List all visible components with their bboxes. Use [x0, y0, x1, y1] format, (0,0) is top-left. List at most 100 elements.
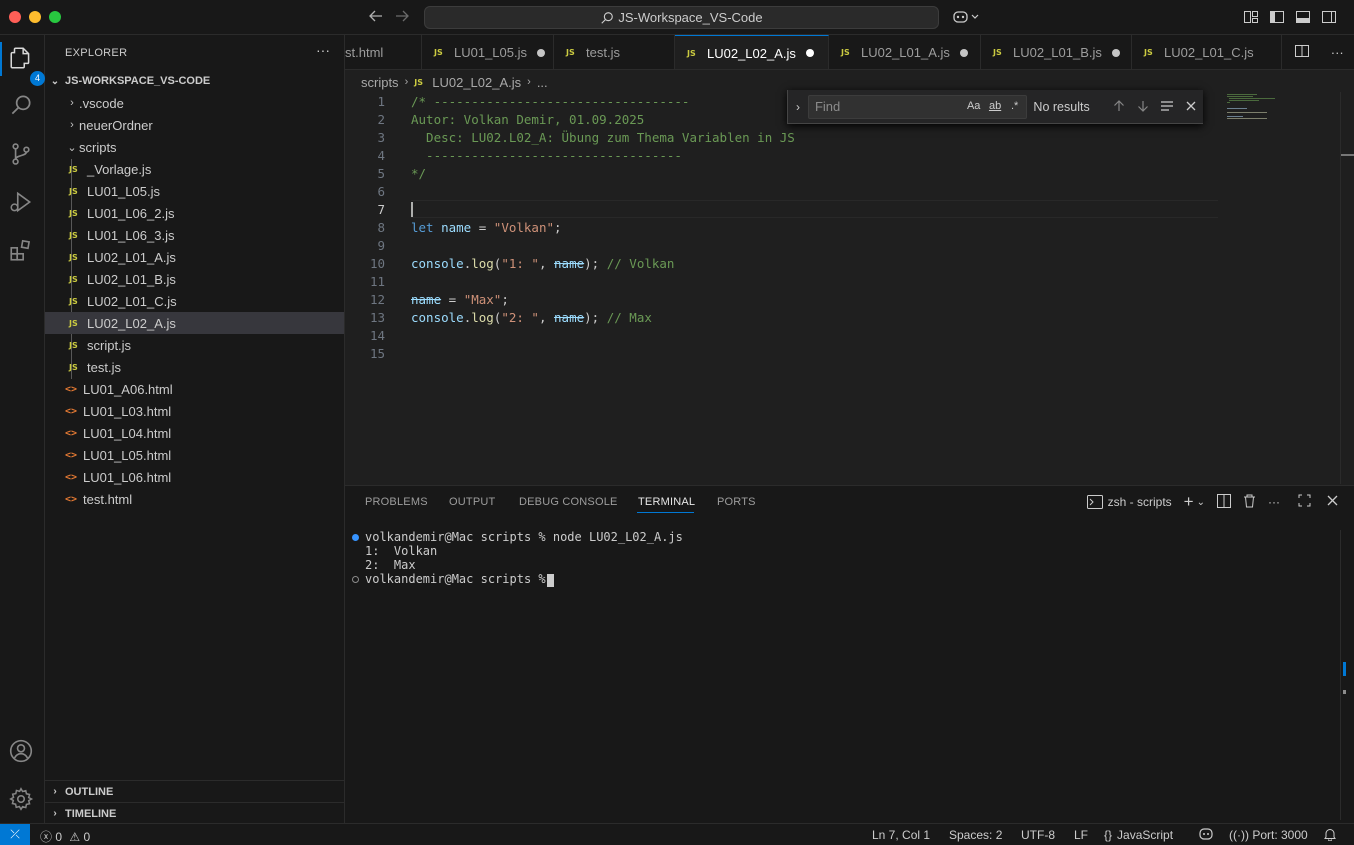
editor-tab[interactable]: st.html [345, 35, 422, 69]
tree-item[interactable]: ⌄ scripts [45, 136, 344, 158]
cursor-position[interactable]: Ln 7, Col 1 [872, 828, 930, 842]
forward-arrow-icon[interactable] [394, 8, 410, 29]
panel-tab[interactable]: OUTPUT [449, 496, 495, 508]
tree-item[interactable]: JS LU02_L01_B.js [45, 268, 344, 290]
editor-tab[interactable]: JS LU02_L01_B.js [981, 35, 1132, 69]
live-server-port[interactable]: ((·)) Port: 3000 [1229, 828, 1308, 842]
close-window-button[interactable] [9, 11, 21, 23]
search-icon[interactable] [8, 92, 36, 120]
toggle-replace-chevron-icon[interactable]: › [788, 100, 808, 114]
trash-icon[interactable] [1243, 494, 1256, 511]
more-actions-icon[interactable]: ··· [1331, 45, 1344, 60]
copilot-status-icon[interactable] [1199, 828, 1213, 843]
toggle-panel-icon[interactable] [1295, 9, 1311, 25]
unsaved-dot-icon[interactable] [537, 48, 545, 57]
close-icon[interactable] [1327, 495, 1338, 509]
editor-scrollbar[interactable] [1340, 92, 1354, 484]
copilot-icon[interactable] [952, 9, 979, 25]
breadcrumb-symbol[interactable]: ... [537, 75, 548, 90]
problems-indicator[interactable]: ⓧ 0 ⚠ 0 [40, 828, 90, 845]
split-editor-icon[interactable] [1294, 43, 1310, 62]
find-input[interactable] [814, 99, 955, 114]
breadcrumb-file[interactable]: LU02_L02_A.js [432, 75, 521, 90]
previous-match-arrow-icon[interactable] [1107, 99, 1131, 115]
tree-item[interactable]: JS LU01_L06_2.js [45, 202, 344, 224]
encoding[interactable]: UTF-8 [1021, 828, 1055, 842]
tree-item[interactable]: JS LU02_L02_A.js [45, 312, 344, 334]
notifications-bell-icon[interactable] [1324, 828, 1336, 844]
remote-indicator-icon[interactable]: ⤫ [0, 824, 30, 845]
extensions-icon[interactable] [8, 237, 36, 265]
maximize-panel-icon[interactable] [1298, 494, 1311, 510]
toggle-primary-sidebar-icon[interactable] [1269, 9, 1285, 25]
timeline-section[interactable]: › TIMELINE [45, 802, 344, 824]
split-terminal-icon[interactable] [1217, 493, 1231, 511]
chevron-down-icon[interactable]: ⌄ [1197, 497, 1205, 508]
more-actions-icon[interactable]: ··· [316, 42, 330, 58]
language-mode[interactable]: {} JavaScript [1104, 828, 1173, 842]
tree-item[interactable]: JS LU01_L06_3.js [45, 224, 344, 246]
account-icon[interactable] [8, 738, 36, 766]
code-editor[interactable]: 1 /* ---------------------------------- 2 A… [345, 92, 1354, 484]
unsaved-dot-icon[interactable] [805, 49, 814, 57]
tree-item[interactable]: <> LU01_L05.html [45, 444, 344, 466]
terminal-instance[interactable]: zsh - scripts [1086, 495, 1172, 509]
close-icon[interactable] [1179, 99, 1203, 115]
indentation[interactable]: Spaces: 2 [949, 828, 1002, 842]
code-line: console.log("2: ", name); // Max [411, 310, 652, 325]
tree-item[interactable]: JS LU02_L01_A.js [45, 246, 344, 268]
source-control-icon[interactable] [8, 141, 36, 169]
back-arrow-icon[interactable] [368, 8, 384, 29]
settings-gear-icon[interactable] [8, 786, 36, 814]
tree-item[interactable]: <> LU01_L06.html [45, 466, 344, 488]
code-token: = [471, 220, 494, 235]
editor-tab[interactable]: JS LU02_L02_A.js [675, 35, 829, 69]
more-actions-icon[interactable]: ··· [1268, 495, 1280, 509]
terminal-scrollbar[interactable] [1340, 530, 1352, 820]
command-center-search[interactable]: JS-Workspace_VS-Code [424, 6, 939, 29]
next-match-arrow-icon[interactable] [1131, 99, 1155, 115]
tree-item[interactable]: <> test.html [45, 488, 344, 510]
tree-item[interactable]: JS LU02_L01_C.js [45, 290, 344, 312]
editor-tab[interactable]: JS LU02_L01_A.js [829, 35, 981, 69]
editor-tab[interactable]: JS test.js [554, 35, 675, 69]
tree-item[interactable]: <> LU01_L04.html [45, 422, 344, 444]
explorer-icon[interactable]: 4 [8, 45, 45, 86]
breadcrumb-folder[interactable]: scripts [361, 75, 399, 90]
whole-word-toggle[interactable]: ab [989, 100, 1001, 112]
tree-item[interactable]: <> LU01_A06.html [45, 378, 344, 400]
new-terminal-plus-icon[interactable]: + [1184, 492, 1194, 512]
minimize-window-button[interactable] [29, 11, 41, 23]
toggle-secondary-sidebar-icon[interactable] [1321, 9, 1337, 25]
end-of-line[interactable]: LF [1074, 828, 1088, 842]
tree-item-label: .vscode [79, 95, 124, 111]
unsaved-dot-icon[interactable] [1111, 48, 1120, 57]
tree-item[interactable]: <> LU01_L03.html [45, 400, 344, 422]
find-input-box[interactable]: Aa ab .* [807, 94, 1028, 119]
tree-item[interactable]: JS LU01_L05.js [45, 180, 344, 202]
code-token: "Max" [463, 292, 502, 307]
chevron-down-icon: ⌄ [50, 75, 60, 87]
run-debug-icon[interactable] [8, 189, 36, 217]
panel-tab[interactable]: TERMINAL [638, 496, 695, 508]
tab-label: test.js [586, 45, 620, 60]
editor-tab[interactable]: JS LU01_L05.js [422, 35, 554, 69]
tree-item[interactable]: › neuerOrdner [45, 114, 344, 136]
panel-tab[interactable]: PROBLEMS [365, 496, 428, 508]
tree-item[interactable]: JS test.js [45, 356, 344, 378]
panel-tab[interactable]: PORTS [717, 496, 756, 508]
outline-section[interactable]: › OUTLINE [45, 780, 344, 802]
unsaved-dot-icon[interactable] [959, 48, 968, 57]
minimap[interactable] [1223, 92, 1343, 484]
workspace-header[interactable]: ⌄ JS-WORKSPACE_VS-CODE [45, 70, 344, 92]
tree-item[interactable]: JS script.js [45, 334, 344, 356]
regex-toggle[interactable]: .* [1011, 100, 1018, 112]
match-case-toggle[interactable]: Aa [967, 100, 980, 112]
customize-layout-icon[interactable] [1243, 9, 1259, 25]
find-in-selection-icon[interactable] [1155, 99, 1179, 115]
tree-item[interactable]: JS _Vorlage.js [45, 158, 344, 180]
maximize-window-button[interactable] [49, 11, 61, 23]
tree-item[interactable]: › .vscode [45, 92, 344, 114]
editor-tab[interactable]: JS LU02_L01_C.js [1132, 35, 1282, 69]
panel-tab[interactable]: DEBUG CONSOLE [519, 496, 618, 508]
